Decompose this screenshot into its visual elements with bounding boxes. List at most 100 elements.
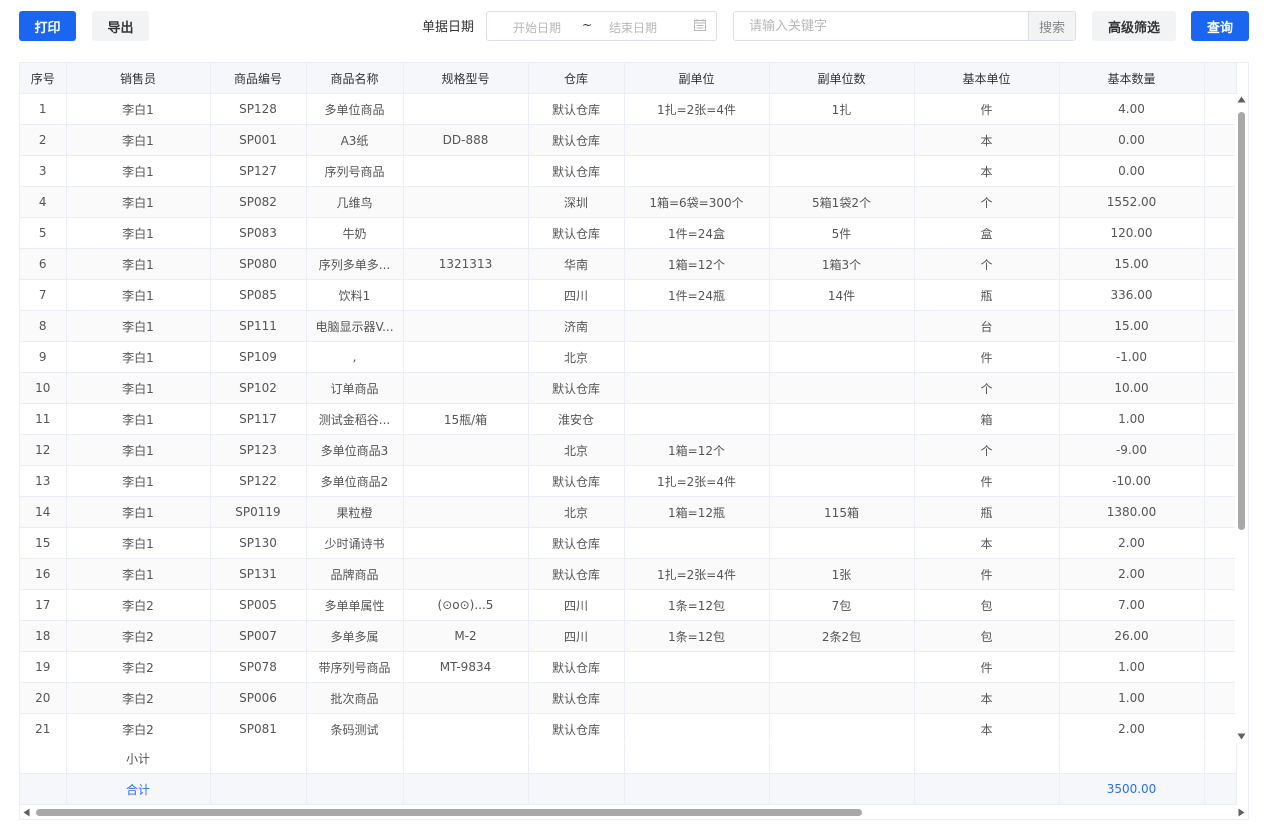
table-cell: [403, 682, 529, 714]
table-cell: 序列多单多...: [306, 248, 404, 280]
column-header[interactable]: 副单位: [624, 63, 770, 94]
table-row[interactable]: 4 李白1 SP082 几维鸟 深圳 1箱=6袋=300个 5箱1袋2个个 1552.00: [20, 186, 1237, 218]
table-cell: [403, 558, 529, 590]
vertical-scrollbar[interactable]: [1235, 94, 1248, 742]
export-button[interactable]: 导出: [92, 11, 149, 41]
column-header[interactable]: 副单位数: [769, 63, 915, 94]
table-cell: 四川: [528, 589, 625, 621]
scroll-down-arrow-icon[interactable]: [1237, 733, 1246, 740]
table-row[interactable]: 14 李白1 SP0119 果粒橙 北京 1箱=12瓶 115箱瓶 1380.00: [20, 496, 1237, 528]
table-cell: 电脑显示器V...: [306, 310, 404, 342]
horizontal-scroll-thumb[interactable]: [36, 809, 862, 816]
table-row[interactable]: 19 李白2 SP078 带序列号商品 MT-9834 默认仓库 件 1.00: [20, 651, 1237, 683]
print-button[interactable]: 打印: [19, 11, 76, 41]
column-header[interactable]: 规格型号: [403, 63, 529, 94]
keyword-input[interactable]: [734, 12, 1031, 40]
toolbar: 打印 导出 单据日期 开始日期 ~ 结束日期 搜索 高级筛选 查询: [0, 0, 1268, 52]
table-cell-spacer: [1204, 527, 1237, 559]
table-cell: ,: [306, 341, 404, 373]
table-cell: 14: [20, 496, 67, 528]
table-cell: 件: [914, 558, 1060, 590]
table-cell: [769, 713, 915, 742]
table-cell: 14件: [769, 279, 915, 311]
scroll-right-arrow-icon[interactable]: [1238, 808, 1245, 817]
table-cell: 济南: [528, 310, 625, 342]
table-row[interactable]: 18 李白2 SP007 多单多属 M-2 四川 1条=12包 2条2包包 26.00: [20, 620, 1237, 652]
table-row[interactable]: 11 李白1 SP117 测试金稻谷... 15瓶/箱 淮安仓 箱 1.00: [20, 403, 1237, 435]
scroll-up-arrow-icon[interactable]: [1237, 96, 1246, 103]
table-cell: (⊙o⊙)...5: [403, 589, 529, 621]
date-filter-label: 单据日期: [422, 20, 475, 35]
start-date-input[interactable]: 开始日期: [513, 19, 561, 36]
table-cell: 多单位商品3: [306, 434, 404, 466]
table-cell: 订单商品: [306, 372, 404, 404]
column-header[interactable]: 基本数量: [1059, 63, 1205, 94]
search-button[interactable]: 搜索: [1028, 12, 1075, 40]
table-cell: 7包: [769, 589, 915, 621]
table-cell-spacer: [1204, 403, 1237, 435]
table-row[interactable]: 17 李白2 SP005 多单单属性 (⊙o⊙)...5 四川 1条=12包 7包包 7.00: [20, 589, 1237, 621]
table-body: 1 李白1 SP128 多单位商品 默认仓库 1扎=2张=4件 1扎件 4.00 2 李白1 SP0…: [20, 94, 1237, 742]
end-date-input[interactable]: 结束日期: [609, 19, 657, 36]
table-cell: 1552.00: [1059, 186, 1205, 218]
table-row[interactable]: 5 李白1 SP083 牛奶 默认仓库 1件=24盒 5件盒 120.00: [20, 217, 1237, 249]
table-row[interactable]: 3 李白1 SP127 序列号商品 默认仓库 本 0.00: [20, 155, 1237, 187]
scroll-left-arrow-icon[interactable]: [23, 808, 30, 817]
column-header[interactable]: 仓库: [528, 63, 625, 94]
horizontal-scrollbar[interactable]: [20, 806, 1248, 819]
table-row[interactable]: 2 李白1 SP001 A3纸 DD-888 默认仓库 本 0.00: [20, 124, 1237, 156]
table-cell: 少时诵诗书: [306, 527, 404, 559]
query-button[interactable]: 查询: [1191, 11, 1249, 41]
table-cell: 李白2: [66, 651, 211, 683]
table-cell: [403, 341, 529, 373]
table-cell-spacer: [1204, 558, 1237, 590]
column-header[interactable]: 商品编号: [210, 63, 307, 94]
table-cell-spacer: [1204, 620, 1237, 652]
table-cell: 默认仓库: [528, 465, 625, 497]
table-cell: 默认仓库: [528, 217, 625, 249]
table-cell: 本: [914, 682, 1060, 714]
table-row[interactable]: 10 李白1 SP102 订单商品 默认仓库 个 10.00: [20, 372, 1237, 404]
table-row[interactable]: 9 李白1 SP109, 北京 件 -1.00: [20, 341, 1237, 373]
table-cell: 1箱=12瓶: [624, 496, 770, 528]
calendar-icon[interactable]: [694, 19, 706, 31]
table-cell: 多单多属: [306, 620, 404, 652]
vertical-scroll-thumb[interactable]: [1238, 112, 1245, 530]
table-cell: 2条2包: [769, 620, 915, 652]
column-header[interactable]: 基本单位: [914, 63, 1060, 94]
table-cell: 336.00: [1059, 279, 1205, 311]
date-range-picker[interactable]: 开始日期 ~ 结束日期: [486, 11, 717, 41]
table-row[interactable]: 12 李白1 SP123 多单位商品3 北京 1箱=12个 个 -9.00: [20, 434, 1237, 466]
table-row[interactable]: 15 李白1 SP130 少时诵诗书 默认仓库 本 2.00: [20, 527, 1237, 559]
table-row[interactable]: 7 李白1 SP085 饮料1 四川 1件=24瓶 14件瓶 336.00: [20, 279, 1237, 311]
table-cell: [769, 341, 915, 373]
column-header[interactable]: 序号: [20, 63, 67, 94]
table-row[interactable]: 8 李白1 SP111 电脑显示器V... 济南 台 15.00: [20, 310, 1237, 342]
table-cell: [403, 155, 529, 187]
table-row[interactable]: 16 李白1 SP131 品牌商品 默认仓库 1扎=2张=4件 1张件 2.00: [20, 558, 1237, 590]
table-cell: 115箱: [769, 496, 915, 528]
table-row[interactable]: 13 李白1 SP122 多单位商品2 默认仓库 1扎=2张=4件 件 -10.00: [20, 465, 1237, 497]
table-cell: SP080: [210, 248, 307, 280]
table-cell: SP082: [210, 186, 307, 218]
table-cell: 本: [914, 527, 1060, 559]
table-cell: 多单位商品: [306, 94, 404, 125]
table-cell: [624, 682, 770, 714]
table-cell: DD-888: [403, 124, 529, 156]
table-cell: 李白1: [66, 155, 211, 187]
table-row[interactable]: 21 李白2 SP081 条码测试 默认仓库 本 2.00: [20, 713, 1237, 742]
table-cell: 盒: [914, 217, 1060, 249]
table-row[interactable]: 1 李白1 SP128 多单位商品 默认仓库 1扎=2张=4件 1扎件 4.00: [20, 94, 1237, 125]
table-cell: 4.00: [1059, 94, 1205, 125]
table-cell-spacer: [1204, 589, 1237, 621]
table-row[interactable]: 6 李白1 SP080 序列多单多... 1321313 华南 1箱=12个 1箱3个个 15.…: [20, 248, 1237, 280]
table-cell: 默认仓库: [528, 94, 625, 125]
table-cell: 瓶: [914, 279, 1060, 311]
table-cell: 1扎=2张=4件: [624, 465, 770, 497]
column-header[interactable]: 销售员: [66, 63, 211, 94]
column-header[interactable]: 商品名称: [306, 63, 404, 94]
advanced-filter-button[interactable]: 高级筛选: [1092, 11, 1176, 41]
table-cell: 件: [914, 94, 1060, 125]
table-row[interactable]: 20 李白2 SP006 批次商品 默认仓库 本 1.00: [20, 682, 1237, 714]
table-cell: 默认仓库: [528, 713, 625, 742]
